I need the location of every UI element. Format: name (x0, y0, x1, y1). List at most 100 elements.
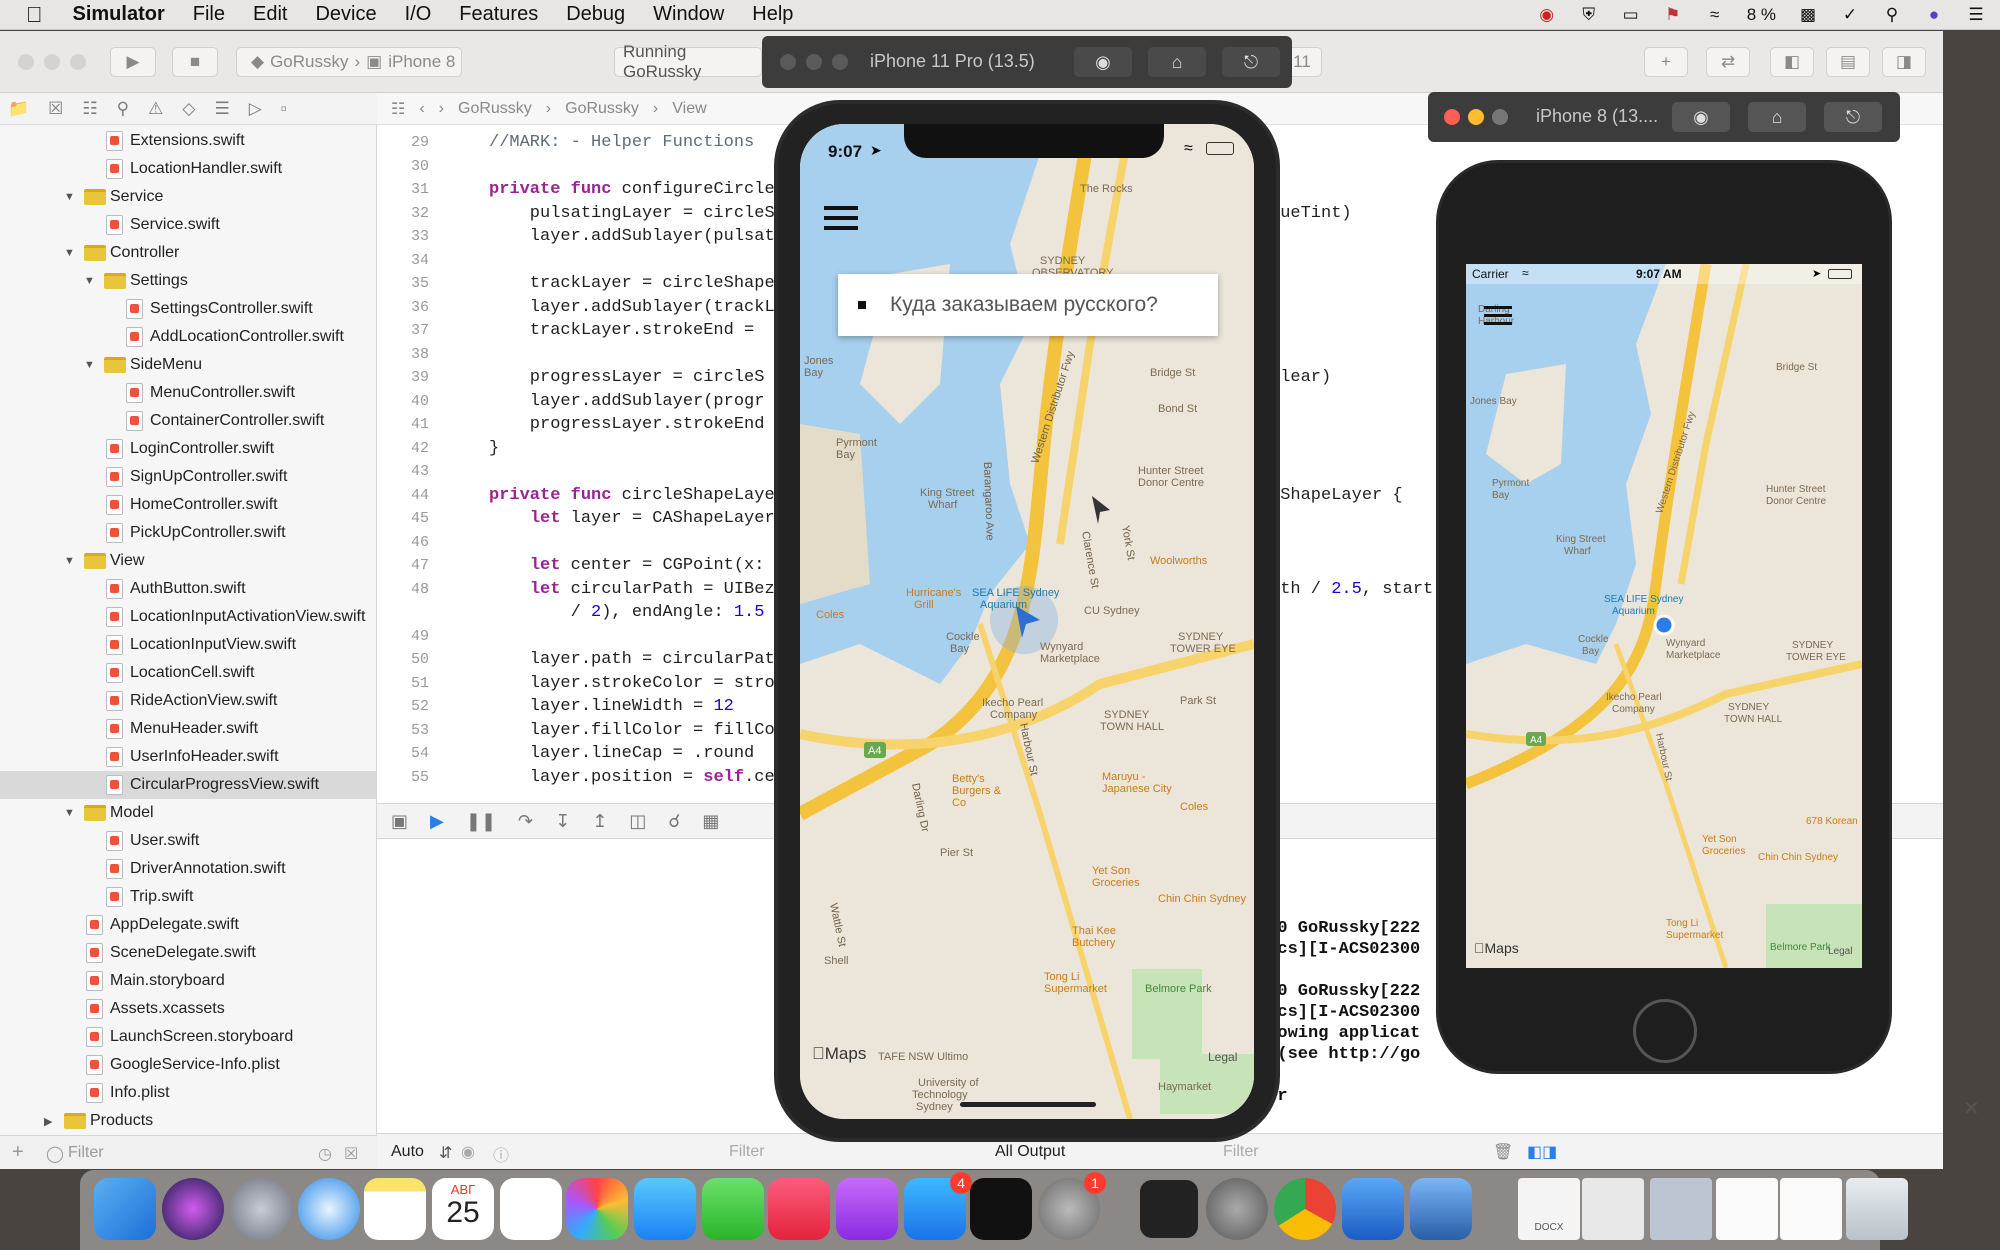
screenshot-button[interactable]: ◉ (1074, 47, 1132, 77)
run-button[interactable]: ▶ (110, 47, 156, 77)
zoom-dot[interactable] (832, 54, 848, 70)
system-preferences-icon[interactable]: 1 (1038, 1172, 1106, 1240)
related-items-icon[interactable]: ☷ (391, 99, 405, 119)
navigator-file[interactable]: LocationInputView.swift (0, 631, 376, 659)
navigator-file[interactable]: LocationHandler.swift (0, 155, 376, 183)
code-line[interactable]: layer.addSublayer(progr (489, 392, 765, 411)
code-line[interactable]: pulsatingLayer = circleS (489, 204, 775, 223)
toggle-inspector-button[interactable]: ◨ (1882, 47, 1926, 77)
messages-icon[interactable] (634, 1178, 696, 1240)
code-line[interactable]: trackLayer.strokeEnd = (489, 321, 764, 340)
airplay-icon[interactable]: ▭ (1621, 6, 1641, 24)
navigator-file[interactable]: HomeController.swift (0, 491, 376, 519)
report-icon[interactable]: ▫ (281, 99, 287, 119)
clock-icon[interactable]: ✓ (1840, 6, 1860, 24)
code-line[interactable]: layer.strokeColor = stro (489, 674, 775, 693)
notes-icon[interactable] (364, 1178, 426, 1240)
code-line[interactable]: let layer = CAShapeLayer (489, 509, 775, 528)
code-line[interactable]: } (489, 439, 499, 458)
navigator-group[interactable]: ▼ Settings (0, 267, 376, 295)
navigator-file[interactable]: SignUpController.swift (0, 463, 376, 491)
code-line[interactable]: layer.lineCap = .round (489, 744, 754, 763)
disclosure-triangle-icon[interactable]: ▼ (84, 359, 95, 371)
siri-icon[interactable]: ● (1924, 6, 1944, 24)
record-icon[interactable]: ◉ (1537, 6, 1557, 24)
chrome-icon[interactable] (1274, 1178, 1336, 1240)
code-line[interactable]: let circularPath = UIBez (489, 580, 775, 599)
close-dot[interactable] (1444, 109, 1460, 125)
home-button[interactable]: ⌂ (1748, 102, 1806, 132)
view-debugger-icon[interactable]: ◫ (629, 811, 646, 832)
toggle-debug-button[interactable]: ▤ (1826, 47, 1870, 77)
terminal-icon[interactable] (1138, 1178, 1200, 1240)
disclosure-triangle-icon[interactable]: ▼ (64, 247, 75, 259)
navigator-file[interactable]: SceneDelegate.swift (0, 939, 376, 967)
step-in-icon[interactable]: ↧ (555, 811, 570, 832)
console-filter-input[interactable]: Filter (1223, 1143, 1259, 1161)
navigator-file[interactable]: MenuController.swift (0, 379, 376, 407)
simulator-icon[interactable] (1410, 1178, 1472, 1240)
navigator-file[interactable]: CircularProgressView.swift (0, 771, 376, 799)
code-line[interactable]: layer.lineWidth = 12 (489, 697, 734, 716)
document-thumbnail-icon[interactable] (1582, 1178, 1644, 1240)
close-icon[interactable]: ✕ (1963, 1096, 1980, 1121)
docx-file-icon[interactable]: DOCX (1518, 1178, 1580, 1240)
navigator-file[interactable]: UserInfoHeader.swift (0, 743, 376, 771)
legal-link[interactable]: Legal (1208, 1050, 1237, 1064)
step-over-icon[interactable]: ↷ (518, 811, 533, 832)
code-line[interactable]: layer.addSublayer(trackL (489, 298, 775, 317)
issue-icon[interactable]: ⚠ (148, 99, 163, 119)
navigator-file[interactable]: SettingsController.swift (0, 295, 376, 323)
menu-hamburger-icon[interactable] (824, 206, 858, 234)
forward-icon[interactable]: › (439, 100, 444, 118)
code-line[interactable]: progressLayer.strokeEnd (489, 415, 765, 434)
navigator-file[interactable]: MenuHeader.swift (0, 715, 376, 743)
close-dot[interactable] (18, 54, 34, 70)
calendar-icon[interactable]: АВГ 25 (432, 1178, 494, 1240)
battery-icon[interactable]: ▩ (1798, 6, 1818, 24)
menu-app-name[interactable]: Simulator (73, 3, 165, 26)
disclosure-triangle-icon[interactable]: ▼ (64, 807, 75, 819)
screenshot-button[interactable]: ◉ (1672, 102, 1730, 132)
navigator-file[interactable]: PickUpController.swift (0, 519, 376, 547)
search-icon[interactable]: ⚲ (1882, 6, 1902, 24)
appstore-icon[interactable]: 4 (904, 1172, 972, 1240)
navigator-file[interactable]: Service.swift (0, 211, 376, 239)
navigator-file[interactable]: AppDelegate.swift (0, 911, 376, 939)
code-line[interactable]: layer.fillColor = fillCo (489, 721, 775, 740)
trash-icon[interactable] (1846, 1178, 1908, 1240)
navigator-file[interactable]: LaunchScreen.storyboard (0, 1023, 376, 1051)
test-icon[interactable]: ◇ (182, 99, 195, 119)
menu-device[interactable]: Device (315, 3, 376, 26)
reminders-icon[interactable] (500, 1178, 562, 1240)
zoom-dot[interactable] (70, 54, 86, 70)
legal-link[interactable]: Legal (1828, 946, 1852, 957)
info-icon[interactable]: ⓘ (493, 1142, 509, 1166)
wifi-icon[interactable]: ≈ (1705, 6, 1725, 24)
menu-window[interactable]: Window (653, 3, 724, 26)
scheme-selector[interactable]: ◆ GoRussky › ▣ iPhone 8 (236, 47, 462, 77)
library-button[interactable]: + (1644, 47, 1688, 77)
menu-features[interactable]: Features (459, 3, 538, 26)
variables-filter-input[interactable]: Filter (729, 1143, 765, 1161)
code-line-fragment[interactable]: AShapeLayer { (1270, 486, 1403, 505)
navigator-group[interactable]: ▼ SideMenu (0, 351, 376, 379)
breakpoint-icon[interactable]: ▷ (249, 99, 262, 119)
location-input-activation-view[interactable]: Куда заказываем русского? (838, 274, 1218, 336)
code-line-fragment[interactable]: lueTint) (1270, 204, 1352, 223)
navigator-group[interactable]: ▼ Service (0, 183, 376, 211)
menu-file[interactable]: File (193, 3, 225, 26)
pause-icon[interactable]: ❚❚ (466, 811, 496, 832)
rotate-button[interactable]: ⎋ (1222, 47, 1280, 77)
code-line[interactable]: layer.addSublayer(pulsat (489, 227, 775, 246)
recent-icon[interactable]: ◷ (318, 1144, 332, 1164)
code-line[interactable]: //MARK: - Helper Functions (489, 133, 754, 152)
navigator-group[interactable]: ▼ Model (0, 799, 376, 827)
navigator-file[interactable]: Main.storyboard (0, 967, 376, 995)
jump-bar-project[interactable]: GoRussky (458, 100, 532, 118)
code-line[interactable]: layer.path = circularPat (489, 650, 775, 669)
disclosure-triangle-icon[interactable]: ▶ (44, 1115, 52, 1128)
facetime-icon[interactable] (702, 1178, 764, 1240)
navigator-file[interactable]: RideActionView.swift (0, 687, 376, 715)
tv-icon[interactable] (970, 1178, 1032, 1240)
